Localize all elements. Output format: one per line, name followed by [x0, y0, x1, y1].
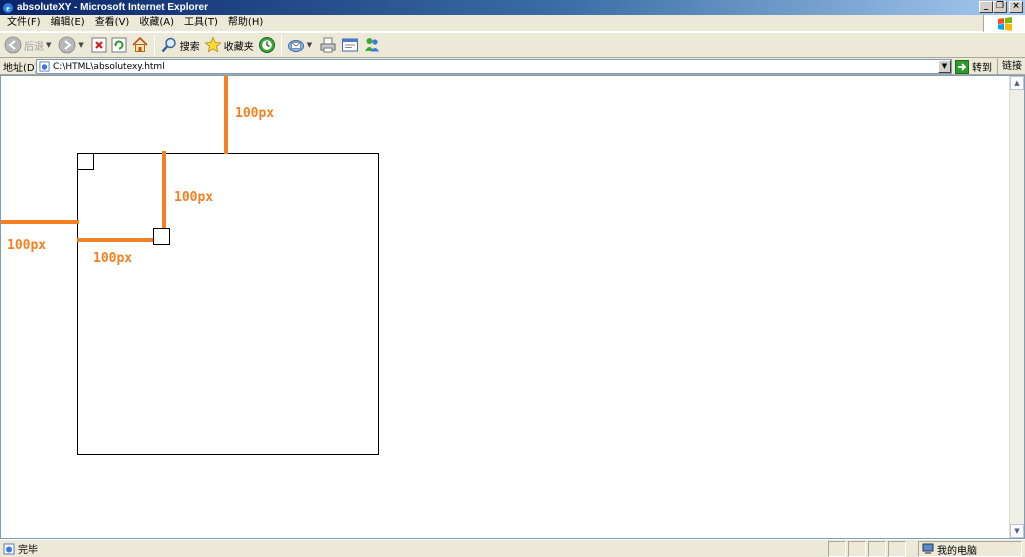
- top-offset-label: 100px: [235, 106, 275, 121]
- menu-view[interactable]: 查看(V): [90, 15, 135, 31]
- back-arrow-icon: [4, 36, 22, 54]
- outer-container-box: [77, 153, 379, 455]
- address-input[interactable]: C:\HTML\absolutexy.html ▼: [36, 59, 952, 74]
- home-icon: [132, 36, 148, 52]
- menu-file[interactable]: 文件(F): [2, 15, 46, 31]
- back-button[interactable]: 后退 ▼: [2, 34, 56, 56]
- menu-bar: 文件(F) 编辑(E) 查看(V) 收藏(A) 工具(T) 帮助(H): [0, 15, 1025, 32]
- go-arrow-icon: [955, 59, 969, 74]
- top-offset-line: [224, 76, 228, 154]
- ie-window: e absoluteXY - Microsoft Internet Explor…: [0, 0, 1025, 557]
- links-button[interactable]: 链接: [997, 58, 1022, 75]
- status-cell: [868, 541, 886, 557]
- inner-left-offset-line: [77, 238, 155, 242]
- edit-button[interactable]: [339, 34, 361, 56]
- history-button[interactable]: [256, 34, 278, 56]
- refresh-button[interactable]: [109, 34, 129, 56]
- ie-icon: e: [3, 2, 13, 13]
- menu-help[interactable]: 帮助(H): [223, 15, 268, 31]
- status-text: 完毕: [18, 545, 38, 556]
- status-cell: [848, 541, 866, 557]
- menu-favorites[interactable]: 收藏(A): [134, 15, 179, 31]
- messenger-icon: [365, 38, 380, 52]
- print-button[interactable]: [317, 34, 339, 56]
- security-zone: 我的电脑: [918, 541, 1022, 557]
- inner-top-offset-label: 100px: [174, 190, 214, 205]
- mail-icon: [287, 40, 304, 52]
- history-icon: [258, 37, 275, 53]
- left-offset-line: [1, 220, 79, 224]
- standard-toolbar: 后退 ▼ ▼ 搜索 收藏夹 ▼: [0, 32, 1025, 58]
- favorites-button[interactable]: 收藏夹: [202, 34, 256, 56]
- forward-button[interactable]: ▼: [56, 34, 88, 56]
- title-bar[interactable]: e absoluteXY - Microsoft Internet Explor…: [0, 0, 1025, 15]
- page-content: 100px 100px 100px 100px ▲ ▼: [0, 75, 1025, 539]
- small-box-corner: [77, 153, 94, 170]
- mail-button[interactable]: ▼: [285, 34, 317, 56]
- address-value: C:\HTML\absolutexy.html: [53, 61, 165, 72]
- status-bar: 完毕 我的电脑: [0, 539, 1025, 557]
- mail-dropdown-icon[interactable]: ▼: [307, 41, 312, 49]
- refresh-icon: [111, 37, 127, 53]
- stop-button[interactable]: [89, 34, 109, 56]
- messenger-button[interactable]: [361, 34, 383, 56]
- page-icon: [39, 61, 50, 72]
- toolbar-separator: [280, 35, 282, 55]
- toolbar-separator: [153, 35, 155, 55]
- left-offset-label: 100px: [7, 238, 47, 253]
- edit-page-icon: [342, 38, 359, 52]
- back-label: 后退: [24, 41, 44, 53]
- status-cell: [828, 541, 846, 557]
- inner-left-offset-label: 100px: [93, 251, 133, 266]
- address-bar: 地址(D) C:\HTML\absolutexy.html ▼ 转到 链接: [0, 58, 1025, 75]
- restore-button[interactable]: ❐: [993, 1, 1007, 13]
- address-label: 地址(D): [3, 62, 39, 74]
- computer-icon: [922, 543, 934, 554]
- forward-dropdown-icon[interactable]: ▼: [78, 41, 83, 49]
- search-icon: [161, 37, 176, 53]
- window-title: absoluteXY - Microsoft Internet Explorer: [17, 2, 208, 13]
- menu-tools[interactable]: 工具(T): [179, 15, 223, 31]
- menu-edit[interactable]: 编辑(E): [46, 15, 90, 31]
- windows-logo-icon: [983, 15, 1025, 32]
- home-button[interactable]: [129, 34, 151, 56]
- go-label: 转到: [972, 63, 992, 74]
- status-cell: [888, 541, 906, 557]
- zone-label: 我的电脑: [937, 545, 977, 557]
- back-dropdown-icon[interactable]: ▼: [46, 41, 51, 49]
- address-dropdown-icon[interactable]: ▼: [938, 60, 951, 73]
- forward-arrow-icon: [58, 36, 76, 54]
- go-button[interactable]: 转到: [955, 59, 992, 74]
- star-icon: [204, 36, 222, 53]
- page-done-icon: [3, 543, 15, 554]
- scroll-up-icon[interactable]: ▲: [1010, 76, 1024, 90]
- inner-top-offset-line: [162, 151, 166, 230]
- scroll-down-icon[interactable]: ▼: [1010, 524, 1024, 538]
- search-button[interactable]: 搜索: [158, 34, 202, 56]
- close-button[interactable]: ×: [1009, 1, 1023, 13]
- svg-text:e: e: [6, 4, 10, 13]
- favorites-label: 收藏夹: [223, 41, 254, 53]
- printer-icon: [320, 37, 336, 53]
- stop-icon: [91, 37, 107, 53]
- search-label: 搜索: [179, 41, 200, 53]
- minimize-button[interactable]: _: [979, 1, 993, 13]
- small-box-offset: [153, 228, 170, 245]
- vertical-scrollbar[interactable]: ▲ ▼: [1009, 76, 1024, 538]
